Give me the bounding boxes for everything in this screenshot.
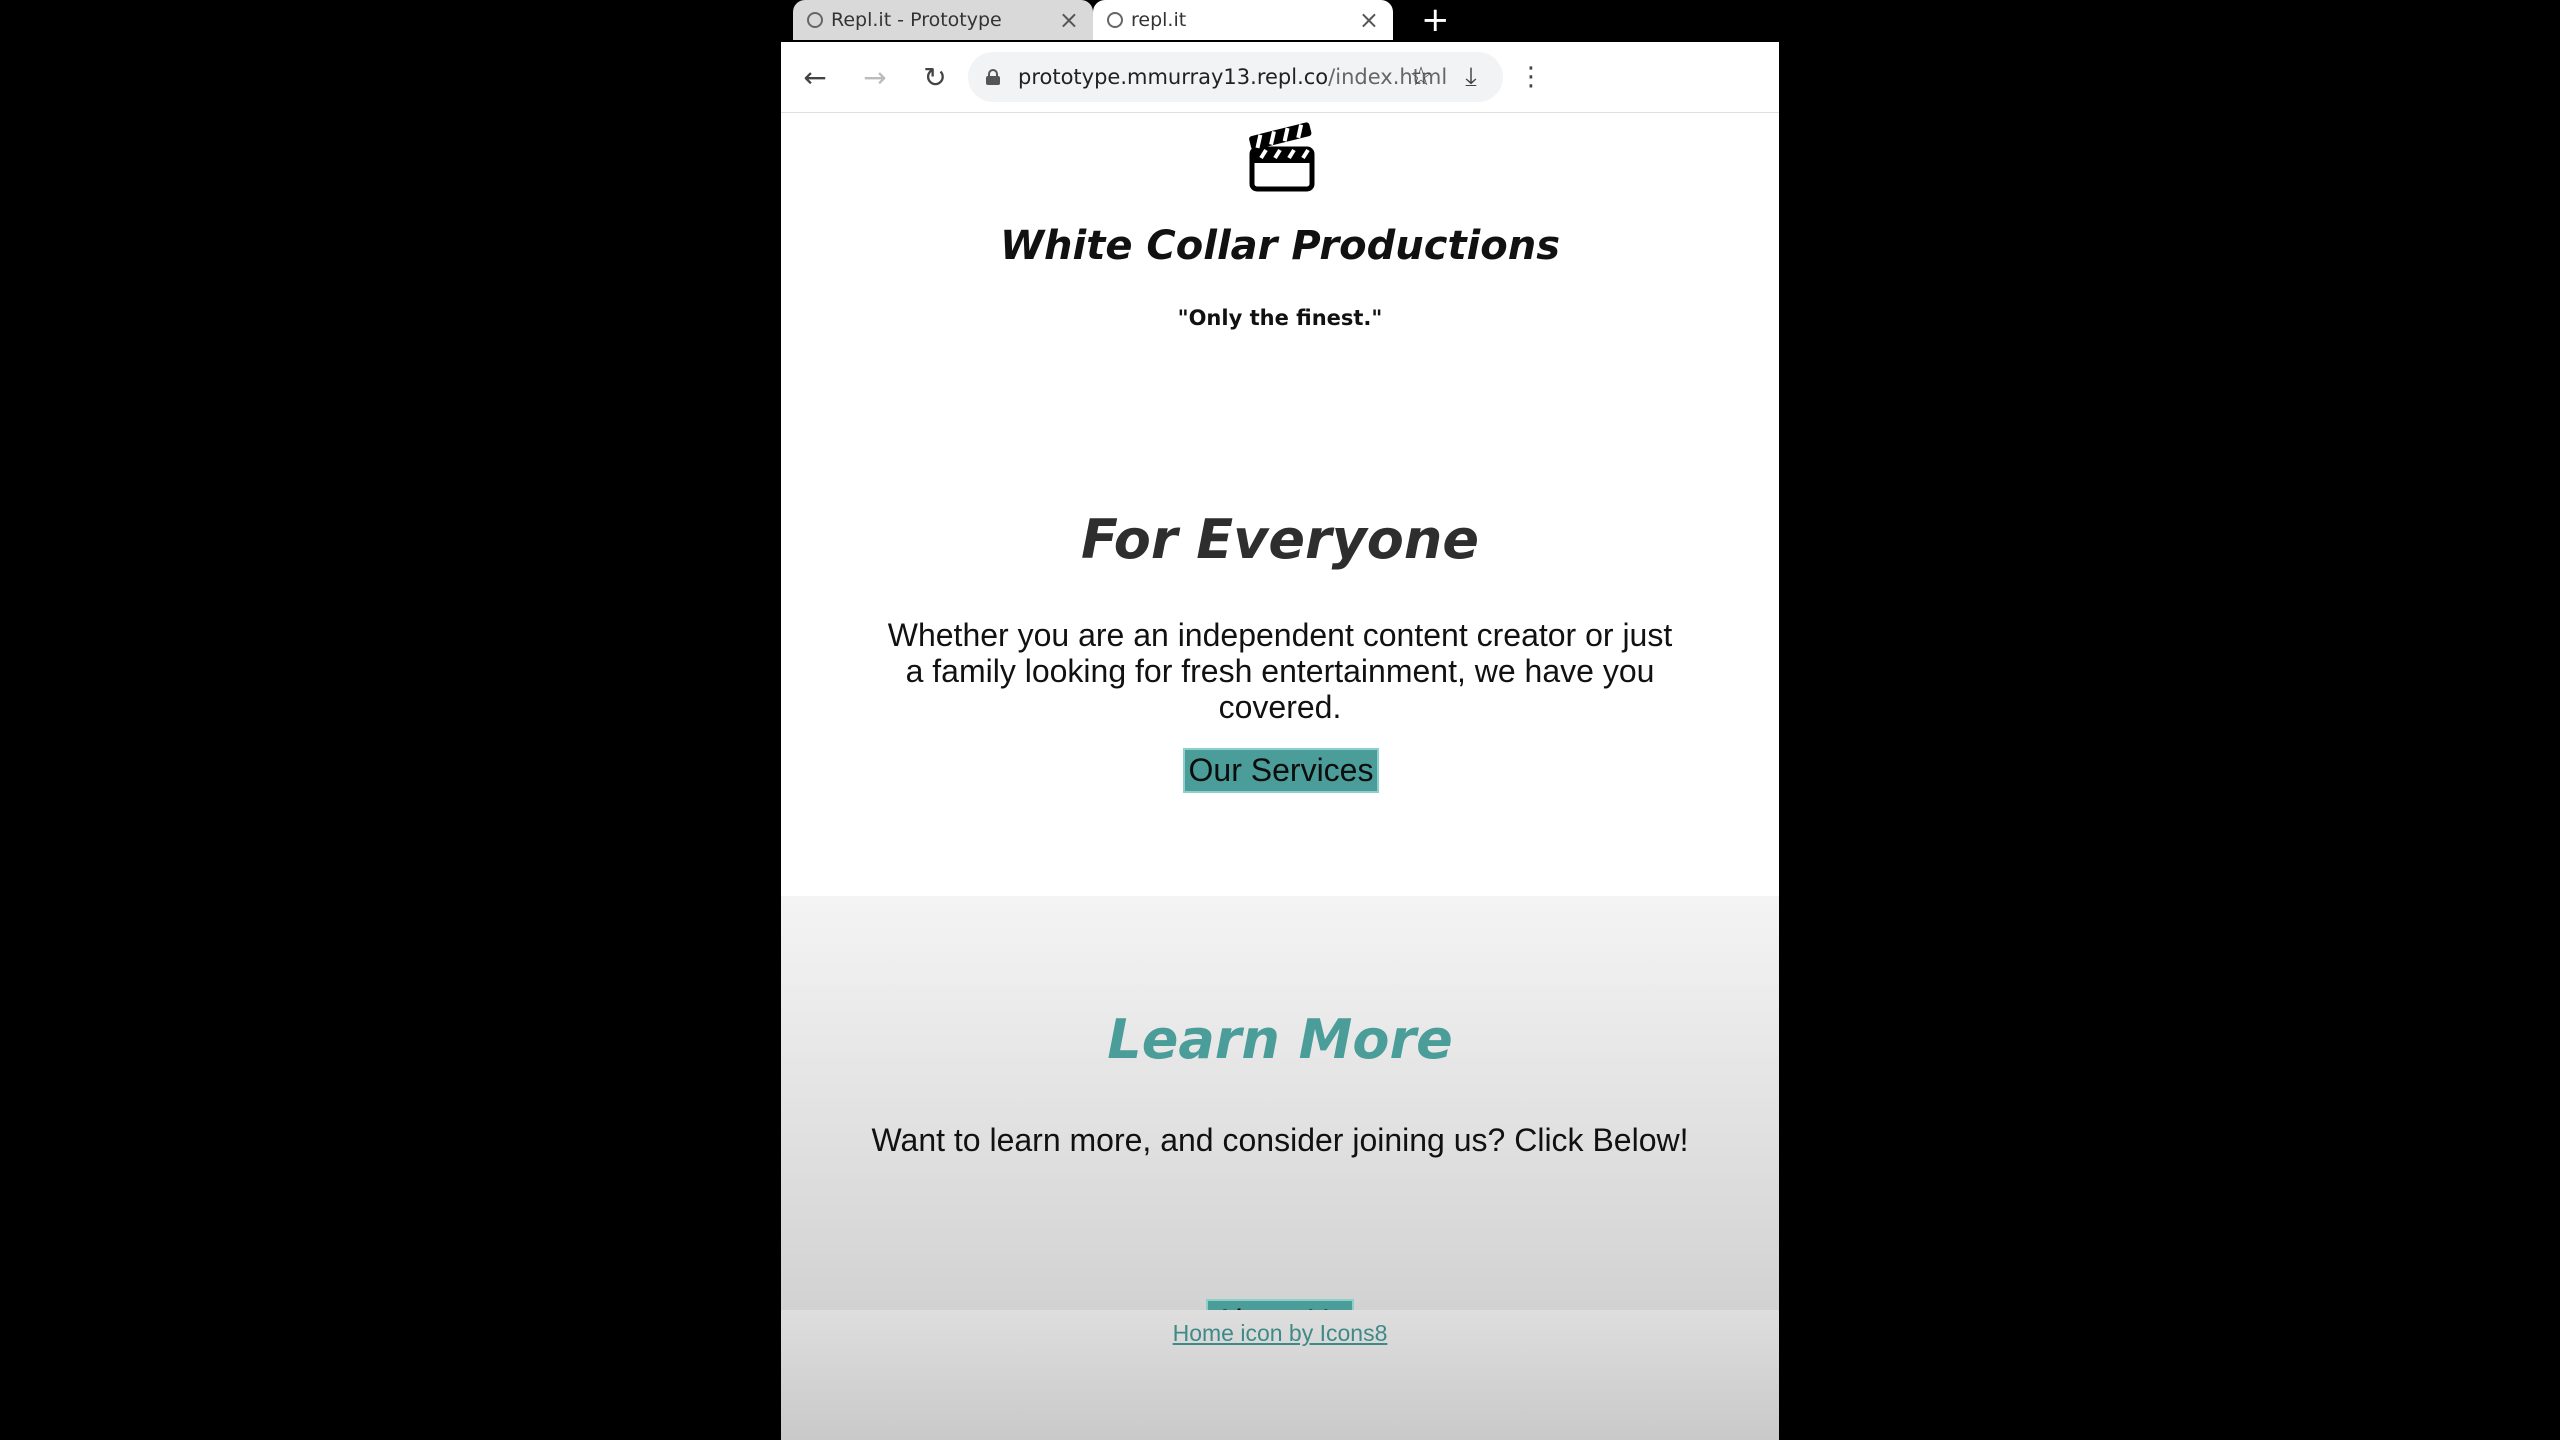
- browser-window: Repl.it - Prototype × repl.it × + ← → ↻ …: [781, 0, 1779, 1440]
- for-everyone-text: Whether you are an independent content c…: [887, 617, 1673, 725]
- web-page: White Collar Productions "Only the fines…: [781, 113, 1779, 1440]
- for-everyone-heading: For Everyone: [1081, 508, 1479, 571]
- url-text[interactable]: prototype.mmurray13.repl.co/index.html: [1018, 65, 1447, 89]
- forward-arrow-icon[interactable]: →: [855, 57, 895, 97]
- clapperboard-icon: [1249, 122, 1315, 192]
- our-services-button[interactable]: Our Services: [1183, 748, 1379, 793]
- tab-title: repl.it: [1131, 9, 1187, 31]
- learn-more-section: Learn More Want to learn more, and consi…: [781, 896, 1779, 1344]
- learn-more-text: Want to learn more, and consider joining…: [871, 1122, 1689, 1158]
- new-tab-button[interactable]: +: [1421, 2, 1450, 38]
- browser-toolbar: ← → ↻ prototype.mmurray13.repl.co/index.…: [781, 42, 1779, 113]
- lock-icon[interactable]: [986, 69, 1000, 85]
- hero-section: White Collar Productions "Only the fines…: [781, 113, 1779, 896]
- brand-name: White Collar Productions: [999, 223, 1561, 269]
- repl-favicon-icon: [807, 12, 823, 28]
- url-host: prototype.mmurray13.repl.co: [1018, 65, 1329, 89]
- reload-icon[interactable]: ↻: [915, 57, 955, 97]
- footer: Home icon by Icons8: [781, 1310, 1779, 1440]
- icons8-credit-link[interactable]: Home icon by Icons8: [781, 1320, 1779, 1347]
- tab-replit[interactable]: repl.it ×: [1093, 0, 1393, 40]
- close-tab-icon[interactable]: ×: [1359, 8, 1379, 32]
- close-tab-icon[interactable]: ×: [1059, 8, 1079, 32]
- bookmark-star-icon[interactable]: ☆: [1401, 57, 1441, 97]
- tagline: "Only the finest.": [1177, 306, 1383, 330]
- globe-favicon-icon: [1107, 12, 1123, 28]
- browser-menu-icon[interactable]: ⋮: [1511, 57, 1551, 97]
- back-arrow-icon[interactable]: ←: [795, 57, 835, 97]
- tab-repl-prototype[interactable]: Repl.it - Prototype ×: [793, 0, 1093, 40]
- download-icon[interactable]: ⤓: [1451, 57, 1491, 97]
- learn-more-heading: Learn More: [1107, 1008, 1453, 1071]
- tab-strip: Repl.it - Prototype × repl.it × +: [781, 0, 1779, 42]
- tab-title: Repl.it - Prototype: [831, 9, 1002, 31]
